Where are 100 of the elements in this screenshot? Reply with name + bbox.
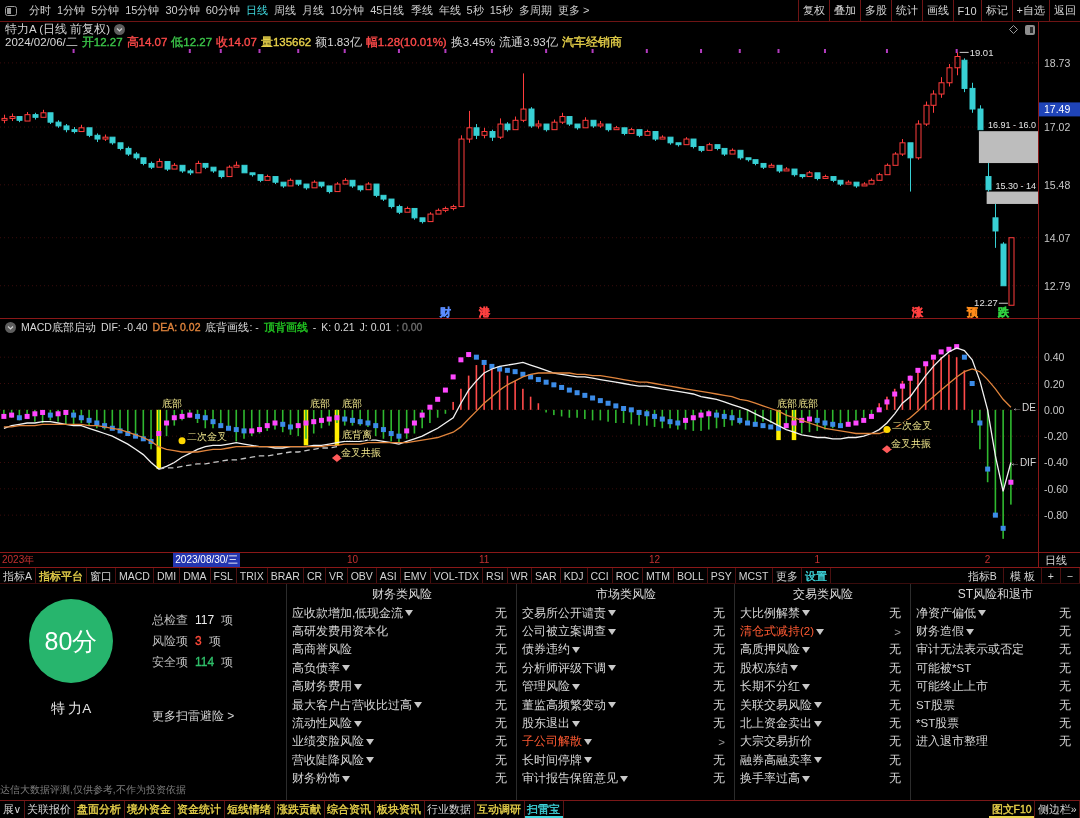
price-tick: 15.48 [1044,178,1071,191]
signal-label: 底部 [797,398,818,410]
risk-status: 无 [713,752,725,768]
risk-status: 无 [1059,605,1071,621]
risk-status: 无 [1059,679,1071,695]
date-label: 11 [478,553,490,567]
gap-label: 16.91 - 16.0 [987,120,1036,131]
stat-value: 117 [195,613,215,627]
last-price-tag: 17.49 [1039,102,1080,117]
risk-status: 无 [889,679,901,695]
risk-status: 无 [713,605,725,621]
stat-value: 3 [195,634,202,648]
quote-field: 高14.07 [126,36,168,49]
risk-status: 无 [495,642,507,658]
quote-field: 汽车经销商 [561,36,622,49]
risk-status: 无 [495,660,507,676]
risk-status: 无 [889,752,901,768]
value-tick: -0.40 [1044,456,1068,469]
risk-status: 无 [889,716,901,732]
risk-status: 无 [495,605,507,621]
indicator-value: - [312,321,317,333]
cursor-date: 2023/08/30/三 [173,553,241,567]
value-tick: -0.60 [1044,482,1068,495]
risk-status: 无 [889,734,901,750]
risk-status: 无 [713,624,725,640]
risk-status: 无 [1059,716,1071,732]
risk-status: 无 [713,697,725,713]
risk-status: 无 [889,697,901,713]
indicator-value: K: 0.21 [321,321,355,333]
signal-label: 金叉共振 [340,446,381,458]
indicator-value: : 0.00 [396,321,423,333]
quote-field: 流通3.93亿 [499,36,558,49]
risk-status: 无 [713,679,725,695]
quote-field: 幅1.28(10.01%) [365,36,447,49]
line-end-label: ←DE [1012,401,1036,413]
stat-unit: 项 [221,655,234,669]
signal-label: 金叉共振 [890,438,931,450]
price-tick: 17.02 [1044,121,1071,134]
line-end-label: ←DIF [1009,457,1036,468]
disclaimer: 达信大数据评测,仅供参考,不作为投资依据 [0,783,187,797]
price-tick: 14.07 [1044,231,1071,244]
risk-status: > [894,625,901,638]
risk-status: 无 [495,716,507,732]
risk-status: 无 [1059,697,1071,713]
risk-status: 无 [495,752,507,768]
stock-title: 特力A (日线 前复权) [5,23,111,36]
risk-status: 无 [889,642,901,658]
indicator-value: DIF: -0.40 [100,321,148,333]
stock-name: 特 力A [50,700,92,718]
period-label: 日线 [1045,554,1067,566]
column-title: 交易类风险 [791,586,854,603]
risk-status: 无 [889,605,901,621]
price-tick: 18.73 [1044,56,1071,69]
quote-field: 开12.27 [81,36,123,49]
quote-field: 2024/02/06/二 [5,36,78,49]
risk-status: 无 [495,734,507,750]
risk-status: 无 [889,660,901,676]
stat-unit: 项 [208,634,221,648]
indicator-value: 顶背画线 [263,321,308,333]
date-label: 1 [814,553,820,567]
column-title: ST风险和退市 [956,586,1035,603]
stat-unit: 项 [221,613,234,627]
stat-label: 风险项 [152,634,188,648]
value-tick: -0.80 [1044,509,1068,522]
risk-status: 无 [495,697,507,713]
value-tick: 0.20 [1044,377,1065,390]
indicator-value: J: 0.01 [359,321,392,333]
value-tick: -0.20 [1044,430,1068,443]
risk-status: 无 [1059,642,1071,658]
quote-field: 收14.07 [216,36,257,49]
stat-label: 总检查 [152,613,188,627]
stat-value: 114 [195,655,215,669]
signal-label: 底部 [342,398,363,410]
signal-label: 底部 [777,398,798,410]
signal-label: 二次金叉 [187,430,228,442]
score-indicator: 80分 [29,599,113,683]
signal-label: 底部 [162,398,183,410]
risk-status: 无 [713,771,725,787]
risk-status: 无 [495,679,507,695]
risk-status: 无 [495,624,507,640]
value-tick: 0.40 [1044,351,1065,364]
risk-status: 无 [713,642,725,658]
signal-label: 底部 [310,398,331,410]
risk-status: 无 [713,716,725,732]
quote-field: 额1.83亿 [315,36,362,49]
quote-field: 低12.27 [171,36,213,49]
quote-field: 量135662 [260,36,312,49]
stat-label: 安全项 [152,655,188,669]
risk-status: 无 [1059,660,1071,676]
date-label: 10 [346,553,359,567]
risk-status: 无 [889,771,901,787]
quote-field: 换3.45% [450,36,496,49]
risk-status: > [718,735,725,748]
date-label: 2 [984,553,991,567]
risk-status: 无 [1059,624,1071,640]
risk-status: 无 [1059,734,1071,750]
column-title: 市场类风险 [594,586,657,603]
signal-label: 底背离 [342,429,373,441]
date-label: 12 [649,553,661,567]
value-tick: 0.00 [1044,403,1065,416]
